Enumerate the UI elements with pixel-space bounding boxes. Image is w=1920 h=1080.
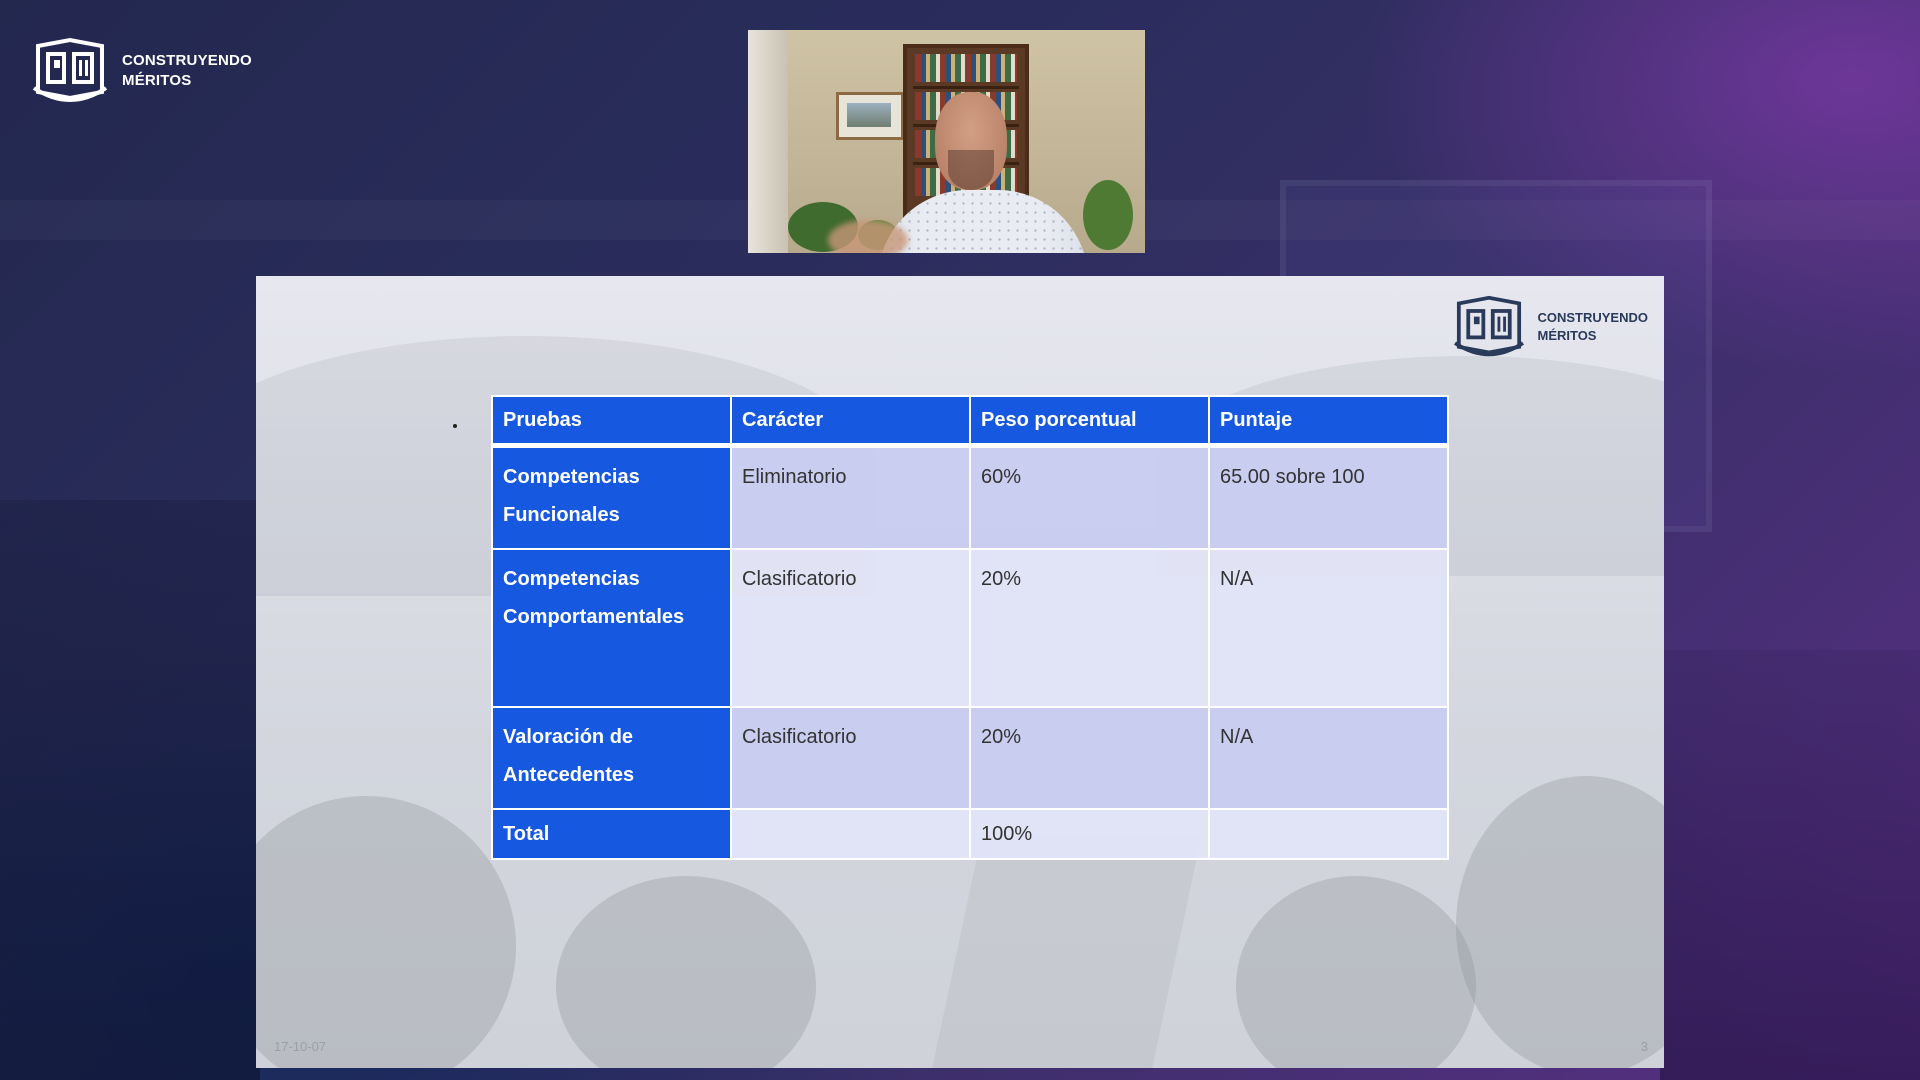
background-seats-left: [0, 500, 260, 1080]
row-label-line-2: Comportamentales: [503, 606, 685, 628]
table-row: Competencias Funcionales Eliminatorio 60…: [491, 444, 1449, 550]
slide-background-road: [930, 836, 1202, 1068]
cell-caracter: Clasificatorio: [730, 706, 971, 810]
row-label-line-1: Valoración de: [503, 726, 634, 748]
row-label-line-2: Antecedentes: [503, 764, 635, 786]
cell-caracter: Clasificatorio: [730, 548, 971, 708]
brand-line-1: CONSTRUYENDO: [122, 52, 252, 69]
slide-page-number: 3: [1640, 1039, 1648, 1054]
brand-logo-top-left: CONSTRUYENDO MÉRITOS: [30, 36, 252, 106]
stray-dot: [453, 424, 457, 428]
book-logo-icon: [32, 37, 108, 102]
brand-line-2: MÉRITOS: [1537, 328, 1597, 343]
table-row: Competencias Comportamentales Clasificat…: [491, 548, 1449, 708]
cell-puntaje: N/A: [1208, 706, 1449, 810]
background-seats-right: [1660, 650, 1920, 1080]
header-peso: Peso porcentual: [969, 395, 1210, 448]
row-label-line-1: Competencias: [503, 568, 640, 590]
cell-puntaje: [1208, 808, 1449, 860]
cell-caracter: [730, 808, 971, 860]
brand-line-1: CONSTRUYENDO: [1537, 310, 1648, 325]
cell-peso: 20%: [969, 548, 1210, 708]
cell-peso: 60%: [969, 444, 1210, 550]
row-label-total: Total: [491, 808, 732, 860]
table-header-row: Pruebas Carácter Peso porcentual Puntaje: [491, 395, 1449, 448]
presentation-slide: CONSTRUYENDO MÉRITOS Pruebas Carácter Pe…: [256, 276, 1664, 1068]
row-label-line-1: Competencias: [503, 466, 640, 488]
brand-text: CONSTRUYENDO MÉRITOS: [122, 51, 252, 91]
header-pruebas: Pruebas: [491, 395, 732, 448]
cell-puntaje: N/A: [1208, 548, 1449, 708]
cell-puntaje: 65.00 sobre 100: [1208, 444, 1449, 550]
row-label: Competencias Funcionales: [491, 444, 732, 550]
slide-footer-date: 17-10-07: [274, 1039, 327, 1054]
cell-peso-total: 100%: [969, 808, 1210, 860]
book-logo-icon: [1454, 295, 1525, 357]
row-label-line-2: Funcionales: [503, 504, 620, 526]
cell-peso: 20%: [969, 706, 1210, 810]
row-label: Competencias Comportamentales: [491, 548, 732, 708]
evaluation-table: Pruebas Carácter Peso porcentual Puntaje…: [491, 395, 1449, 860]
table-row-total: Total 100%: [491, 808, 1449, 860]
brand-logo-slide: CONSTRUYENDO MÉRITOS: [1451, 294, 1648, 360]
row-label: Valoración de Antecedentes: [491, 706, 732, 810]
webcam-video: [748, 30, 1145, 253]
header-puntaje: Puntaje: [1208, 395, 1449, 448]
table-row: Valoración de Antecedentes Clasificatori…: [491, 706, 1449, 810]
cell-caracter: Eliminatorio: [730, 444, 971, 550]
wall-picture: [836, 92, 904, 140]
header-caracter: Carácter: [730, 395, 971, 448]
brand-line-2: MÉRITOS: [122, 72, 192, 89]
brand-text-slide: CONSTRUYENDO MÉRITOS: [1537, 309, 1648, 345]
